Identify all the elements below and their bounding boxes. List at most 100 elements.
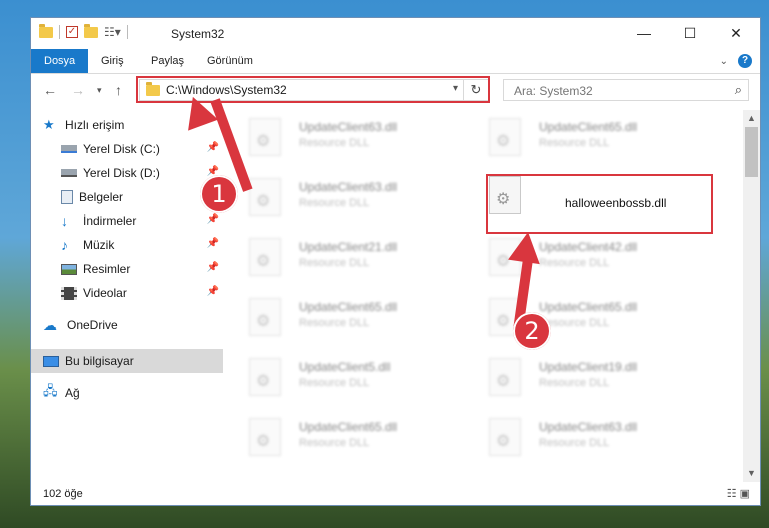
navigation-pane: ★ Hızlı erişim Yerel Disk (C:) 📌 Yerel D… [31, 113, 223, 473]
file-type: Resource DLL [539, 257, 610, 269]
search-input[interactable] [512, 81, 716, 101]
view-toggle-icons[interactable]: ☷ ▣ [727, 482, 750, 506]
nav-item-local-disk-c[interactable]: Yerel Disk (C:) 📌 [31, 137, 223, 161]
maximize-button[interactable]: ☐ [667, 18, 713, 49]
step-badge-2: 2 [513, 312, 551, 350]
file-name: UpdateClient21.dll [299, 240, 398, 254]
minimize-button[interactable]: — [621, 18, 667, 49]
nav-item-documents[interactable]: Belgeler 📌 [31, 185, 223, 209]
tab-view[interactable]: Görünüm [207, 49, 253, 73]
file-item[interactable]: UpdateClient63.dll Resource DLL [483, 410, 713, 462]
file-item[interactable]: UpdateClient65.dll Resource DLL [483, 110, 713, 162]
forward-arrow-icon[interactable]: → [71, 82, 85, 98]
nav-item-videos[interactable]: Videolar 📌 [31, 281, 223, 305]
tab-share[interactable]: Paylaş [151, 49, 184, 73]
back-arrow-icon[interactable]: ← [43, 82, 57, 98]
scroll-down-icon[interactable]: ▼ [743, 465, 760, 482]
customize-toolbar-icon[interactable]: ☷▾ [104, 25, 121, 39]
file-name: UpdateClient42.dll [539, 240, 638, 254]
file-type: Resource DLL [299, 317, 370, 329]
properties-check-icon[interactable]: ✓ [66, 26, 78, 38]
nav-item-downloads[interactable]: ↓ İndirmeler 📌 [31, 209, 223, 233]
dll-file-icon [249, 178, 281, 216]
nav-item-label: Videolar [83, 286, 127, 300]
nav-item-local-disk-d[interactable]: Yerel Disk (D:) 📌 [31, 161, 223, 185]
nav-item-network[interactable]: 🖧 Ağ [31, 381, 223, 405]
file-type: Resource DLL [299, 137, 370, 149]
file-name: UpdateClient63.dll [299, 180, 398, 194]
dll-file-icon [249, 118, 281, 156]
nav-item-label: Yerel Disk (D:) [83, 166, 160, 180]
ribbon-right-controls: ⌄ ? [720, 54, 752, 68]
recent-locations-icon[interactable]: ▾ [97, 85, 102, 96]
pin-icon: 📌 [206, 238, 219, 249]
star-icon: ★ [43, 117, 55, 132]
up-arrow-icon[interactable]: ↑ [115, 82, 122, 98]
file-item[interactable]: UpdateClient63.dll Resource DLL [243, 170, 473, 222]
cloud-icon: ☁ [43, 316, 57, 333]
item-count: 102 öğe [43, 488, 83, 500]
file-name: UpdateClient65.dll [539, 300, 638, 314]
quick-access-toolbar: ✓ ☷▾ [39, 23, 128, 39]
nav-item-onedrive[interactable]: ☁ OneDrive [31, 313, 223, 337]
file-name: UpdateClient63.dll [539, 420, 638, 434]
file-type: Resource DLL [299, 197, 370, 209]
pin-icon: 📌 [206, 286, 219, 297]
step-badge-1: 1 [200, 175, 238, 213]
nav-item-label: Bu bilgisayar [65, 354, 134, 368]
vertical-scrollbar[interactable]: ▲ ▼ [743, 110, 760, 482]
file-name: UpdateClient63.dll [299, 120, 398, 134]
ribbon-tabs: Dosya Giriş Paylaş Görünüm ⌄ ? [31, 49, 760, 74]
file-item[interactable]: UpdateClient63.dll Resource DLL [243, 110, 473, 162]
nav-item-this-pc[interactable]: Bu bilgisayar [31, 349, 223, 373]
file-item[interactable]: UpdateClient65.dll Resource DLL [243, 410, 473, 462]
file-name: UpdateClient65.dll [299, 300, 398, 314]
videos-icon [61, 286, 77, 300]
tab-file[interactable]: Dosya [31, 49, 89, 73]
nav-item-label: Belgeler [79, 190, 124, 204]
nav-item-label: Hızlı erişim [65, 118, 125, 132]
pin-icon: 📌 [206, 214, 219, 225]
documents-icon [61, 190, 73, 204]
nav-item-label: İndirmeler [83, 214, 137, 228]
file-type: Resource DLL [299, 377, 370, 389]
file-type: Resource DLL [539, 437, 610, 449]
dll-file-icon [249, 418, 281, 456]
file-type: Resource DLL [539, 137, 610, 149]
file-list: UpdateClient63.dll Resource DLL UpdateCl… [243, 110, 743, 482]
expand-ribbon-icon[interactable]: ⌄ [720, 56, 728, 67]
nav-item-label: OneDrive [67, 318, 118, 332]
file-name: UpdateClient19.dll [539, 360, 638, 374]
file-highlight-box [486, 174, 713, 234]
file-name: UpdateClient65.dll [299, 420, 398, 434]
toolbar-divider [126, 25, 128, 39]
computer-icon [43, 355, 59, 367]
dll-file-icon [249, 298, 281, 336]
drive-icon [61, 169, 77, 177]
nav-item-pictures[interactable]: Resimler 📌 [31, 257, 223, 281]
help-icon[interactable]: ? [738, 54, 752, 68]
file-item[interactable]: UpdateClient19.dll Resource DLL [483, 350, 713, 402]
search-box[interactable]: ⌕ [503, 79, 749, 101]
nav-item-music[interactable]: ♪ Müzik 📌 [31, 233, 223, 257]
file-item[interactable]: UpdateClient65.dll Resource DLL [243, 290, 473, 342]
file-name: UpdateClient5.dll [299, 360, 391, 374]
dll-file-icon [249, 238, 281, 276]
pin-icon: 📌 [206, 142, 219, 153]
nav-item-label: Resimler [83, 262, 131, 276]
scroll-up-icon[interactable]: ▲ [743, 110, 760, 127]
search-icon[interactable]: ⌕ [735, 82, 742, 98]
dll-file-icon [489, 418, 521, 456]
annotation-arrowhead-2 [508, 229, 544, 265]
tab-home[interactable]: Giriş [101, 49, 124, 73]
window-title: System32 [171, 27, 225, 41]
file-item[interactable]: UpdateClient21.dll Resource DLL [243, 230, 473, 282]
pictures-icon [61, 263, 77, 275]
scrollbar-thumb[interactable] [745, 127, 758, 177]
nav-item-label: Müzik [83, 238, 115, 252]
new-folder-icon[interactable] [84, 23, 98, 38]
nav-item-label: Ağ [65, 386, 80, 400]
close-button[interactable]: ✕ [713, 18, 759, 49]
dll-file-icon [249, 358, 281, 396]
file-item[interactable]: UpdateClient5.dll Resource DLL [243, 350, 473, 402]
